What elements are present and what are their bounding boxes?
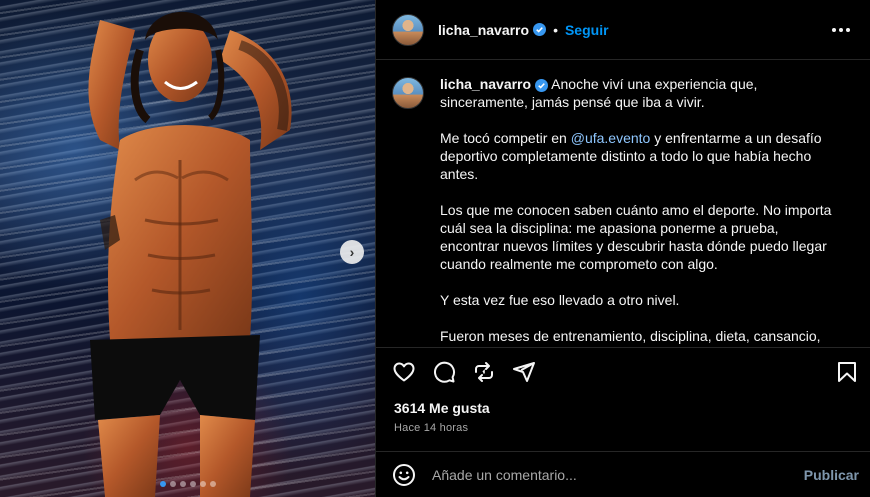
avatar[interactable]	[392, 77, 424, 109]
carousel-dot	[199, 481, 206, 487]
verified-badge-icon	[535, 78, 549, 92]
carousel-dot	[189, 481, 196, 487]
post-media[interactable]: ›	[0, 0, 375, 497]
caption-scroll-area[interactable]: licha_navarro Anoche viví una experienci…	[376, 61, 870, 346]
carousel-dots	[0, 481, 375, 487]
more-horizontal-icon[interactable]	[826, 22, 856, 38]
heart-icon[interactable]	[392, 360, 416, 384]
avatar[interactable]	[392, 13, 424, 46]
carousel-dot	[169, 481, 176, 487]
caption-paragraph-4: Y esta vez fue eso llevado a otro nivel.	[440, 292, 680, 308]
carousel-dot	[179, 481, 186, 487]
caption-paragraph-3: Los que me conocen saben cuánto amo el d…	[440, 202, 832, 272]
post-timestamp[interactable]: Hace 14 horas	[394, 422, 468, 434]
post-author-username[interactable]: licha_navarro	[438, 22, 529, 38]
caption-paragraph-5: Fueron meses de entrenamiento, disciplin…	[440, 328, 821, 344]
chevron-right-icon: ›	[349, 244, 355, 260]
caption-paragraph-1: licha_navarro Anoche viví una experienci…	[440, 75, 840, 111]
carousel-dot	[209, 481, 216, 487]
repost-icon[interactable]	[472, 360, 496, 384]
post-photo-person	[88, 11, 292, 497]
emoji-icon[interactable]	[392, 463, 416, 487]
post-actions	[376, 347, 870, 395]
post-details-panel: licha_navarro • Seguir licha_navarro Ano…	[375, 0, 870, 497]
caption-text: licha_navarro Anoche viví una experienci…	[440, 75, 840, 346]
caption-paragraph-2: Me tocó competir en @ufa.evento y enfren…	[440, 129, 840, 183]
verified-badge-icon	[533, 23, 547, 36]
comment-input[interactable]	[432, 466, 804, 483]
share-icon[interactable]	[512, 360, 536, 384]
post-header: licha_navarro • Seguir	[376, 0, 870, 60]
comment-icon[interactable]	[432, 360, 456, 384]
caption-author-username[interactable]: licha_navarro	[440, 76, 531, 92]
caption-paragraph-2-start: Me tocó competir en	[440, 130, 571, 146]
header-separator: •	[553, 21, 558, 38]
carousel-next-button[interactable]: ›	[340, 240, 364, 264]
follow-button[interactable]: Seguir	[565, 22, 609, 38]
caption-row: licha_navarro Anoche viví una experienci…	[392, 75, 855, 346]
publish-button[interactable]: Publicar	[804, 467, 859, 483]
comment-bar: Publicar	[376, 451, 870, 497]
bookmark-icon[interactable]	[835, 360, 859, 384]
likes-count[interactable]: 3614 Me gusta	[394, 400, 490, 416]
carousel-dot	[159, 481, 166, 487]
mention-link[interactable]: @ufa.evento	[571, 130, 651, 146]
